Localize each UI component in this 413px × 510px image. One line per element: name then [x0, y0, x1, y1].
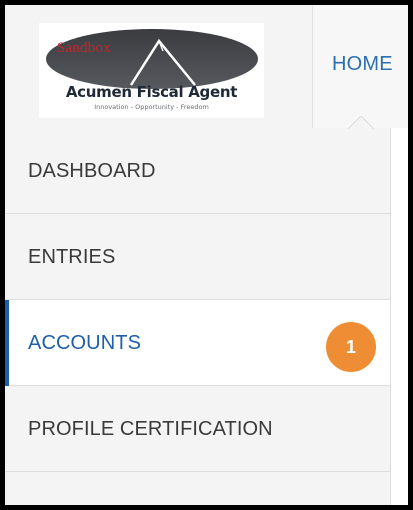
home-tab-label: HOME [332, 53, 393, 75]
sidebar-item-profile-certification[interactable]: PROFILE CERTIFICATION [5, 386, 390, 472]
logo-company-name: Acumen Fiscal Agent [65, 83, 238, 101]
logo-tagline: Innovation - Opportunity - Freedom [94, 103, 209, 111]
logo-ellipse-graphic [46, 29, 258, 89]
app-frame: Sandbox Acumen Fiscal Agent Innovation -… [5, 5, 408, 505]
sidebar-nav: DASHBOARD ENTRIES ACCOUNTS 1 PROFILE CER… [5, 128, 391, 505]
step-number-badge: 1 [326, 322, 376, 372]
active-indicator [5, 300, 9, 386]
home-tab-caret-icon [348, 116, 374, 129]
sidebar-item-label: ACCOUNTS [28, 332, 142, 354]
sidebar-item-accounts[interactable]: ACCOUNTS 1 [5, 300, 390, 386]
top-header: Sandbox Acumen Fiscal Agent Innovation -… [5, 5, 408, 128]
logo-watermark-text: Sandbox [57, 40, 111, 56]
main-content-area [391, 128, 408, 505]
company-logo[interactable]: Sandbox Acumen Fiscal Agent Innovation -… [39, 23, 264, 118]
sidebar-item-label: PROFILE CERTIFICATION [28, 418, 273, 440]
sidebar-item-label: DASHBOARD [28, 160, 156, 182]
sidebar-item-label: ENTRIES [28, 246, 116, 268]
home-tab[interactable]: HOME [313, 5, 408, 128]
sidebar-item-dashboard[interactable]: DASHBOARD [5, 128, 390, 214]
sidebar-item-entries[interactable]: ENTRIES [5, 214, 390, 300]
